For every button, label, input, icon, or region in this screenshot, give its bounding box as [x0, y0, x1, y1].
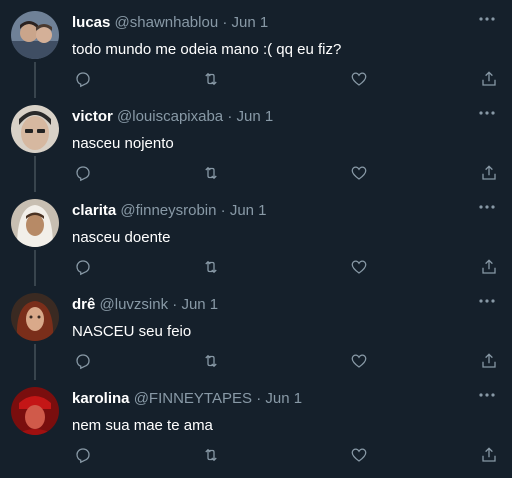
tweet-text: nasceu doente — [72, 229, 171, 246]
thread-line — [34, 344, 36, 380]
tweet-text: NASCEU seu feio — [72, 323, 192, 340]
avatar[interactable] — [11, 387, 59, 435]
share-icon[interactable] — [478, 350, 500, 372]
tweet-text: nasceu nojento — [72, 135, 174, 152]
avatar[interactable] — [11, 11, 59, 59]
like-icon[interactable] — [348, 68, 370, 90]
share-icon[interactable] — [478, 444, 500, 466]
tweet[interactable]: lucas @shawnhablou · Jun 1 todo mundo me… — [0, 0, 512, 98]
reply-icon[interactable] — [72, 68, 94, 90]
tweet-actions — [72, 68, 500, 90]
share-icon[interactable] — [478, 68, 500, 90]
like-icon[interactable] — [348, 350, 370, 372]
user-handle[interactable]: @louiscapixaba — [117, 108, 223, 125]
display-name[interactable]: drê — [72, 296, 95, 313]
retweet-icon[interactable] — [200, 350, 222, 372]
share-icon[interactable] — [478, 162, 500, 184]
like-icon[interactable] — [348, 162, 370, 184]
avatar[interactable] — [11, 199, 59, 247]
separator-dot: · — [256, 390, 262, 407]
reply-icon[interactable] — [72, 256, 94, 278]
avatar[interactable] — [11, 105, 59, 153]
retweet-icon[interactable] — [200, 444, 222, 466]
more-icon[interactable] — [476, 10, 498, 30]
more-icon[interactable] — [476, 198, 498, 218]
user-handle[interactable]: @finneysrobin — [120, 202, 216, 219]
reply-icon[interactable] — [72, 350, 94, 372]
thread-line — [34, 156, 36, 192]
tweet[interactable]: drê @luvzsink · Jun 1 NASCEU seu feio — [0, 282, 512, 380]
tweet-actions — [72, 350, 500, 372]
retweet-icon[interactable] — [200, 68, 222, 90]
separator-dot: · — [172, 296, 178, 313]
tweet-date[interactable]: Jun 1 — [181, 296, 218, 313]
tweet-text: todo mundo me odeia mano :( qq eu fiz? — [72, 41, 342, 58]
more-icon[interactable] — [476, 104, 498, 124]
tweet[interactable]: karolina @FINNEYTAPES · Jun 1 nem sua ma… — [0, 376, 512, 470]
tweet-date[interactable]: Jun 1 — [237, 108, 274, 125]
tweet-header: drê @luvzsink · Jun 1 — [72, 295, 472, 315]
display-name[interactable]: karolina — [72, 390, 130, 407]
like-icon[interactable] — [348, 256, 370, 278]
share-icon[interactable] — [478, 256, 500, 278]
separator-dot: · — [220, 202, 226, 219]
display-name[interactable]: lucas — [72, 14, 110, 31]
tweet-actions — [72, 162, 500, 184]
tweet-text: nem sua mae te ama — [72, 417, 213, 434]
more-icon[interactable] — [476, 292, 498, 312]
separator-dot: · — [222, 14, 228, 31]
more-icon[interactable] — [476, 386, 498, 406]
separator-dot: · — [227, 108, 233, 125]
thread-line — [34, 250, 36, 286]
tweet-header: clarita @finneysrobin · Jun 1 — [72, 201, 472, 221]
tweet-actions — [72, 256, 500, 278]
tweet-date[interactable]: Jun 1 — [265, 390, 302, 407]
tweet-header: lucas @shawnhablou · Jun 1 — [72, 13, 472, 33]
tweet-thread: lucas @shawnhablou · Jun 1 todo mundo me… — [0, 0, 512, 478]
user-handle[interactable]: @luvzsink — [100, 296, 169, 313]
display-name[interactable]: clarita — [72, 202, 116, 219]
avatar[interactable] — [11, 293, 59, 341]
thread-line — [34, 62, 36, 98]
display-name[interactable]: victor — [72, 108, 113, 125]
tweet-actions — [72, 444, 500, 466]
user-handle[interactable]: @shawnhablou — [115, 14, 219, 31]
retweet-icon[interactable] — [200, 162, 222, 184]
tweet[interactable]: clarita @finneysrobin · Jun 1 nasceu doe… — [0, 188, 512, 286]
user-handle[interactable]: @FINNEYTAPES — [134, 390, 252, 407]
reply-icon[interactable] — [72, 162, 94, 184]
like-icon[interactable] — [348, 444, 370, 466]
reply-icon[interactable] — [72, 444, 94, 466]
tweet-header: karolina @FINNEYTAPES · Jun 1 — [72, 389, 472, 409]
tweet-date[interactable]: Jun 1 — [230, 202, 267, 219]
tweet[interactable]: victor @louiscapixaba · Jun 1 nasceu noj… — [0, 94, 512, 192]
retweet-icon[interactable] — [200, 256, 222, 278]
tweet-date[interactable]: Jun 1 — [232, 14, 269, 31]
tweet-header: victor @louiscapixaba · Jun 1 — [72, 107, 472, 127]
